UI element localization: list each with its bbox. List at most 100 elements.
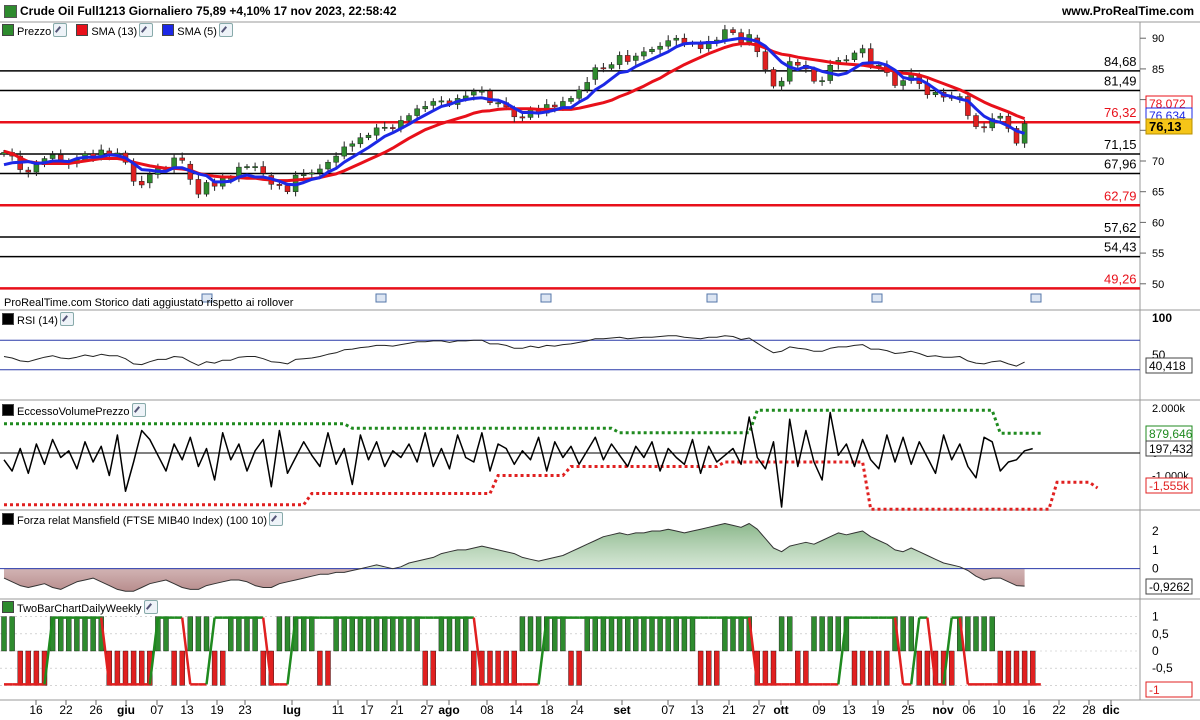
candle-body[interactable]: [147, 174, 153, 184]
twobar-bar[interactable]: [219, 650, 226, 686]
candle-body[interactable]: [349, 143, 356, 147]
twobar-bar[interactable]: [600, 616, 607, 652]
candle-body[interactable]: [25, 169, 32, 173]
volume-label[interactable]: EccessoVolumePrezzo: [17, 406, 130, 418]
twobar-bar[interactable]: [949, 650, 955, 686]
twobar-bar[interactable]: [1, 616, 7, 652]
candle-body[interactable]: [203, 182, 210, 195]
twobar-bar[interactable]: [33, 650, 40, 686]
twobar-bar[interactable]: [924, 650, 931, 686]
twobar-bar[interactable]: [576, 650, 582, 686]
twobar-bar[interactable]: [66, 616, 72, 652]
twobar-bar[interactable]: [90, 616, 96, 652]
candle-body[interactable]: [244, 166, 250, 168]
twobar-bar[interactable]: [762, 650, 769, 686]
twobar-bar[interactable]: [301, 616, 307, 652]
candle-body[interactable]: [649, 49, 655, 52]
twobar-bar[interactable]: [463, 616, 469, 652]
candle-body[interactable]: [851, 52, 858, 60]
twobar-bar[interactable]: [252, 616, 258, 652]
twobar-bar[interactable]: [697, 650, 704, 686]
twobar-bar[interactable]: [819, 616, 825, 652]
twobar-bar[interactable]: [681, 616, 688, 652]
twobar-bar[interactable]: [916, 650, 922, 686]
candle-body[interactable]: [900, 80, 906, 86]
website-label[interactable]: www.ProRealTime.com: [1062, 4, 1194, 18]
twobar-bar[interactable]: [519, 616, 526, 652]
candle-body[interactable]: [325, 161, 331, 170]
twobar-bar[interactable]: [868, 650, 874, 686]
twobar-bar[interactable]: [803, 650, 809, 686]
candle-body[interactable]: [195, 179, 202, 195]
candle-body[interactable]: [138, 181, 145, 186]
twobar-label[interactable]: TwoBarChartDailyWeekly: [17, 603, 142, 615]
candle-body[interactable]: [624, 55, 631, 62]
candle-body[interactable]: [365, 134, 372, 138]
candle-body[interactable]: [641, 51, 647, 57]
twobar-bar[interactable]: [276, 616, 283, 652]
twobar-bar[interactable]: [430, 650, 436, 686]
candle-body[interactable]: [309, 172, 315, 175]
twobar-bar[interactable]: [787, 616, 793, 652]
candle-body[interactable]: [568, 98, 574, 102]
twobar-bar[interactable]: [25, 650, 31, 686]
twobar-bar[interactable]: [195, 616, 202, 652]
twobar-bar[interactable]: [859, 650, 866, 686]
twobar-bar[interactable]: [422, 650, 428, 686]
twobar-bar[interactable]: [487, 650, 493, 686]
twobar-bar[interactable]: [795, 650, 801, 686]
twobar-bar[interactable]: [981, 616, 987, 652]
candle-body[interactable]: [657, 45, 663, 50]
candle-body[interactable]: [730, 29, 736, 33]
candle-body[interactable]: [495, 102, 501, 105]
twobar-bar[interactable]: [203, 616, 210, 652]
twobar-bar[interactable]: [884, 650, 890, 686]
twobar-bar[interactable]: [1021, 650, 1028, 686]
candle-body[interactable]: [430, 101, 437, 106]
candle-body[interactable]: [819, 80, 825, 83]
twobar-bar[interactable]: [495, 650, 501, 686]
twobar-bar[interactable]: [616, 616, 623, 652]
rsi-label[interactable]: RSI (14): [17, 315, 58, 327]
candle-body[interactable]: [932, 91, 939, 95]
twobar-bar[interactable]: [236, 616, 242, 652]
candle-body[interactable]: [616, 55, 623, 65]
twobar-bar[interactable]: [9, 616, 15, 652]
candle-body[interactable]: [973, 115, 979, 127]
twobar-bar[interactable]: [17, 650, 23, 686]
candle-body[interactable]: [552, 104, 558, 108]
candle-body[interactable]: [406, 115, 412, 121]
twobar-bar[interactable]: [560, 616, 566, 652]
twobar-bar[interactable]: [414, 616, 420, 652]
candle-body[interactable]: [284, 185, 291, 192]
twobar-bar[interactable]: [908, 616, 914, 652]
volume-excess-line[interactable]: [3, 411, 1033, 508]
twobar-bar[interactable]: [365, 616, 372, 652]
twobar-bar[interactable]: [649, 616, 655, 652]
candle-body[interactable]: [811, 68, 817, 82]
twobar-bar[interactable]: [770, 650, 777, 686]
twobar-bar[interactable]: [584, 616, 590, 652]
candle-body[interactable]: [576, 89, 582, 99]
twobar-bar[interactable]: [373, 616, 380, 652]
candle-body[interactable]: [981, 126, 987, 129]
rollover-marker-icon[interactable]: [375, 293, 387, 303]
twobar-bar[interactable]: [778, 616, 785, 652]
twobar-bar[interactable]: [1029, 650, 1036, 686]
twobar-bar[interactable]: [665, 616, 671, 652]
candle-body[interactable]: [762, 51, 769, 70]
candle-body[interactable]: [770, 69, 777, 87]
twobar-bar[interactable]: [851, 650, 858, 686]
twobar-bar[interactable]: [333, 616, 339, 652]
candle-body[interactable]: [843, 59, 850, 62]
rollover-marker-icon[interactable]: [871, 293, 883, 303]
candle-body[interactable]: [179, 157, 185, 161]
twobar-bar[interactable]: [997, 650, 1003, 686]
candle-body[interactable]: [471, 91, 477, 96]
candle-body[interactable]: [697, 44, 704, 49]
candle-body[interactable]: [608, 64, 615, 69]
twobar-bar[interactable]: [827, 616, 833, 652]
twobar-bar[interactable]: [317, 650, 323, 686]
twobar-bar[interactable]: [179, 650, 185, 686]
wrench-icon[interactable]: [143, 600, 158, 614]
